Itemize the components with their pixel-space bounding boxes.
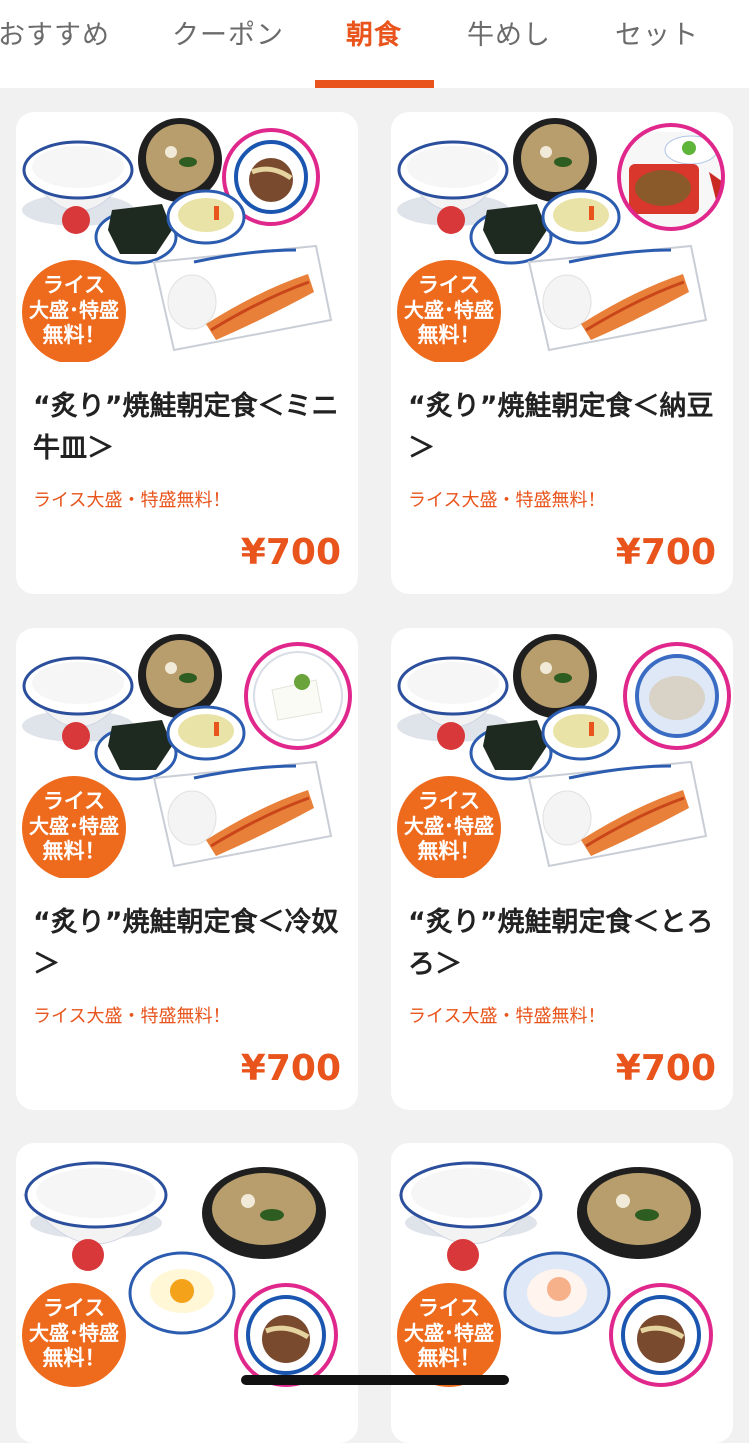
category-tab-bar: おすすめ クーポン 朝食 牛めし セット [0, 0, 749, 88]
menu-item-card[interactable]: ライス 大盛･特盛 無料！ [391, 1143, 733, 1443]
breakfast-set-photo: ライス 大盛･特盛 無料！ [397, 634, 731, 878]
menu-item-card[interactable]: ライス 大盛･特盛 無料！ “炙り”焼鮭朝定食＜ミニ牛皿＞ ライス大盛・特盛無料… [16, 112, 358, 594]
active-tab-indicator [315, 80, 434, 88]
breakfast-set-photo: ライス 大盛･特盛 無料！ [22, 634, 352, 878]
badge-line: 無料！ [43, 839, 106, 863]
badge-line: 大盛･特盛 [404, 814, 494, 838]
badge-line: ライス [418, 273, 480, 297]
item-promo: ライス大盛・特盛無料！ [33, 490, 231, 511]
badge-line: ライス [43, 1296, 105, 1320]
menu-item-card[interactable]: ライス 大盛･特盛 無料！ “炙り”焼鮭朝定食＜とろろ＞ ライス大盛・特盛無料！… [391, 628, 733, 1110]
item-promo: ライス大盛・特盛無料！ [33, 1006, 231, 1027]
home-indicator[interactable] [241, 1375, 509, 1385]
item-price: ¥700 [615, 532, 716, 573]
tab-coupon[interactable]: クーポン [172, 14, 284, 58]
item-price: ¥700 [240, 532, 341, 573]
item-price: ¥700 [615, 1048, 716, 1089]
badge-line: 無料！ [418, 1346, 481, 1370]
badge-line: 大盛･特盛 [29, 298, 119, 322]
breakfast-set-photo: ライス 大盛･特盛 無料！ [22, 1161, 338, 1387]
breakfast-set-photo: ライス 大盛･特盛 無料！ [22, 118, 333, 362]
tab-breakfast[interactable]: 朝食 [346, 14, 402, 58]
badge-line: 大盛･特盛 [29, 814, 119, 838]
badge-line: 大盛･特盛 [404, 1321, 494, 1345]
item-title: “炙り”焼鮭朝定食＜ミニ牛皿＞ [33, 391, 339, 464]
item-title: “炙り”焼鮭朝定食＜納豆＞ [408, 391, 714, 464]
badge-line: ライス [43, 273, 105, 297]
badge-line: 無料！ [43, 1346, 106, 1370]
item-promo: ライス大盛・特盛無料！ [408, 490, 606, 511]
badge-line: ライス [418, 789, 480, 813]
badge-line: ライス [43, 789, 105, 813]
badge-line: 大盛･特盛 [404, 298, 494, 322]
menu-item-card[interactable]: ライス 大盛･特盛 無料！ [16, 1143, 358, 1443]
badge-line: 無料！ [43, 323, 106, 347]
menu-item-card[interactable]: ライス 大盛･特盛 無料！ “炙り”焼鮭朝定食＜納豆＞ ライス大盛・特盛無料！ … [391, 112, 733, 594]
item-title: “炙り”焼鮭朝定食＜冷奴＞ [33, 907, 339, 980]
badge-line: 無料！ [418, 323, 481, 347]
badge-line: 無料！ [418, 839, 481, 863]
item-title: “炙り”焼鮭朝定食＜とろろ＞ [408, 907, 714, 980]
menu-item-card[interactable]: ライス 大盛･特盛 無料！ “炙り”焼鮭朝定食＜冷奴＞ ライス大盛・特盛無料！ … [16, 628, 358, 1110]
breakfast-set-photo: ライス 大盛･特盛 無料！ [397, 118, 725, 362]
item-promo: ライス大盛・特盛無料！ [408, 1006, 606, 1027]
tab-recommended[interactable]: おすすめ [0, 14, 110, 58]
breakfast-set-photo: ライス 大盛･特盛 無料！ [397, 1161, 713, 1387]
badge-line: ライス [418, 1296, 480, 1320]
tab-set[interactable]: セット [615, 14, 699, 58]
tab-gyumeshi[interactable]: 牛めし [467, 14, 551, 58]
badge-line: 大盛･特盛 [29, 1321, 119, 1345]
item-price: ¥700 [240, 1048, 341, 1089]
